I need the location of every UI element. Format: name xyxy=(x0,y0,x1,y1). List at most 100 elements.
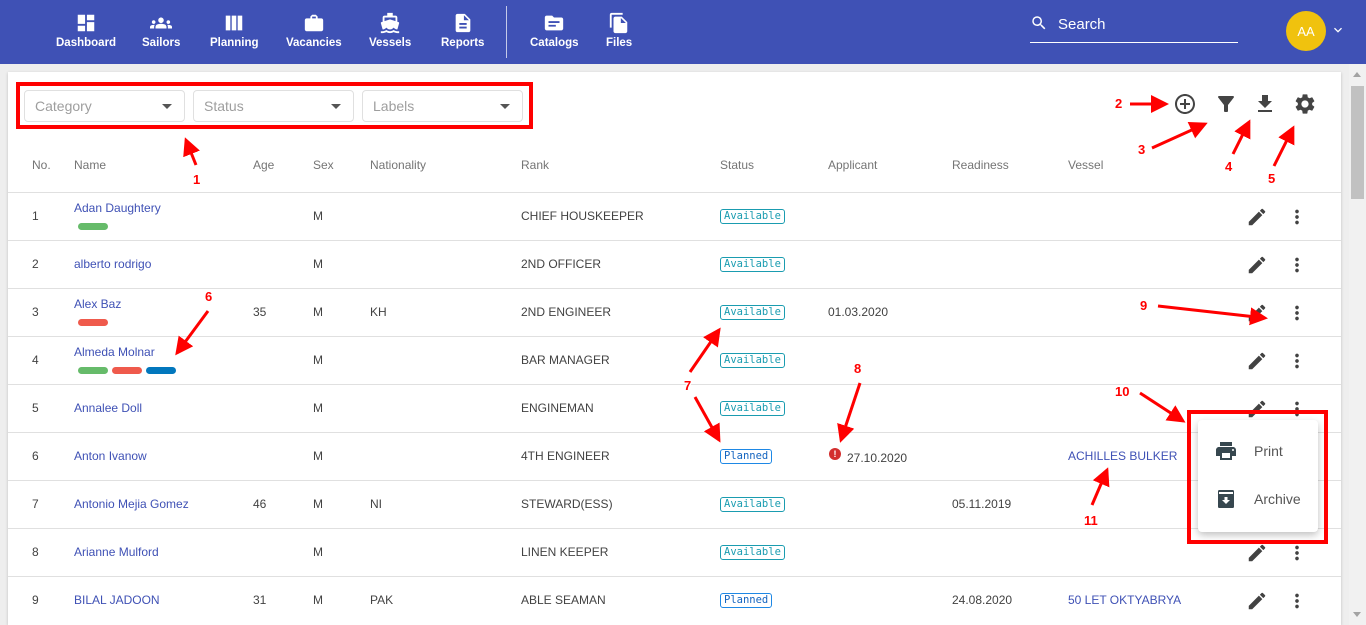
scroll-up-arrow-icon[interactable] xyxy=(1353,72,1361,77)
nav-files[interactable]: Files xyxy=(606,12,632,49)
more-vert-icon[interactable] xyxy=(1286,542,1308,564)
status-badge: Available xyxy=(720,305,785,320)
sailor-name-link[interactable]: alberto rodrigo xyxy=(74,257,151,271)
row-number: 1 xyxy=(32,209,39,223)
label-pill xyxy=(146,367,176,374)
more-vert-icon[interactable] xyxy=(1286,302,1308,324)
top-navigation-bar: Dashboard Sailors Planning Vacancies Ves… xyxy=(0,0,1366,64)
nav-dashboard[interactable]: Dashboard xyxy=(56,12,116,49)
sailor-sex: M xyxy=(313,449,323,463)
sailor-age: 46 xyxy=(253,497,267,511)
nav-reports[interactable]: Reports xyxy=(441,12,484,49)
sailor-rank: CHIEF HOUSKEEPER xyxy=(521,209,644,223)
avatar-initials: AA xyxy=(1297,23,1315,39)
table-row[interactable]: 7 Antonio Mejia Gomez 46 M NI STEWARD(ESS) Ava… xyxy=(8,480,1341,528)
column-header-status[interactable]: Status xyxy=(720,158,754,172)
filter-button[interactable] xyxy=(1214,92,1238,116)
column-header-age[interactable]: Age xyxy=(253,158,274,172)
more-vert-icon[interactable] xyxy=(1286,206,1308,228)
filter-icon xyxy=(1218,96,1234,112)
annotation-number-10: 10 xyxy=(1115,384,1130,399)
vessel-link[interactable]: 50 LET OKTYABRYA xyxy=(1068,593,1181,607)
download-icon xyxy=(1258,95,1272,112)
status-badge: Available xyxy=(720,209,785,224)
sailor-nationality: NI xyxy=(370,497,382,511)
table-row[interactable]: 8 Arianne Mulford M LINEN KEEPER Available xyxy=(8,528,1341,576)
status-badge: Planned xyxy=(720,593,773,608)
edit-icon[interactable] xyxy=(1246,542,1268,564)
sailor-age: 31 xyxy=(253,593,267,607)
status-badge: Available xyxy=(720,257,785,272)
more-vert-icon[interactable] xyxy=(1286,350,1308,372)
row-number: 5 xyxy=(32,401,39,415)
add-button[interactable] xyxy=(1173,92,1197,116)
edit-icon[interactable] xyxy=(1246,590,1268,612)
column-header-vessel[interactable]: Vessel xyxy=(1068,158,1103,172)
sailor-name-link[interactable]: Antonio Mejia Gomez xyxy=(74,497,189,511)
sailor-name-link[interactable]: Annalee Doll xyxy=(74,401,142,415)
nav-sailors[interactable]: Sailors xyxy=(142,12,180,49)
column-header-readiness[interactable]: Readiness xyxy=(952,158,1009,172)
annotation-box-context-menu xyxy=(1187,410,1328,544)
row-number: 9 xyxy=(32,593,39,607)
sailor-sex: M xyxy=(313,257,323,271)
vessels-icon xyxy=(380,12,400,34)
label-pill xyxy=(112,367,142,374)
scrollbar-thumb[interactable] xyxy=(1351,86,1364,199)
search-field[interactable] xyxy=(1030,12,1238,43)
annotation-number-11: 11 xyxy=(1084,513,1098,528)
sailor-sex: M xyxy=(313,497,323,511)
search-icon xyxy=(1032,16,1046,30)
table-row[interactable]: 5 Annalee Doll M ENGINEMAN Available xyxy=(8,384,1341,432)
search-input[interactable] xyxy=(1058,16,1233,33)
nav-planning[interactable]: Planning xyxy=(210,12,259,49)
annotation-number-8: 8 xyxy=(854,361,862,376)
row-number: 4 xyxy=(32,353,39,367)
table-row[interactable]: 4 Almeda Molnar M BAR MANAGER Available xyxy=(8,336,1341,384)
edit-icon[interactable] xyxy=(1246,350,1268,372)
nav-vacancies[interactable]: Vacancies xyxy=(286,12,342,49)
annotation-number-6: 6 xyxy=(205,289,213,304)
column-header-applicant[interactable]: Applicant xyxy=(828,158,877,172)
annotation-number-7: 7 xyxy=(684,378,692,393)
sailor-sex: M xyxy=(313,401,323,415)
nav-catalogs[interactable]: Catalogs xyxy=(530,12,579,49)
dashboard-icon xyxy=(77,14,95,32)
vessel-link[interactable]: ACHILLES BULKER xyxy=(1068,449,1177,463)
sailor-name-link[interactable]: Adan Daughtery xyxy=(74,201,161,215)
sailor-name-link[interactable]: Alex Baz xyxy=(74,297,121,311)
nav-divider xyxy=(506,6,507,58)
sailor-name-link[interactable]: BILAL JADOON xyxy=(74,593,160,607)
edit-icon[interactable] xyxy=(1246,206,1268,228)
download-button[interactable] xyxy=(1253,92,1277,116)
edit-icon[interactable] xyxy=(1246,302,1268,324)
user-menu-toggle[interactable] xyxy=(1330,22,1346,38)
nav-files-label: Files xyxy=(606,37,633,49)
settings-button[interactable] xyxy=(1293,92,1317,116)
status-badge: Available xyxy=(720,497,785,512)
scroll-down-arrow-icon[interactable] xyxy=(1353,612,1361,617)
page-scrollbar[interactable] xyxy=(1349,64,1366,625)
sailor-sex: M xyxy=(313,593,323,607)
table-row[interactable]: 1 Adan Daughtery M CHIEF HOUSKEEPER Availabl… xyxy=(8,192,1341,240)
column-header-rank[interactable]: Rank xyxy=(521,158,549,172)
more-vert-icon[interactable] xyxy=(1286,254,1308,276)
column-header-sex[interactable]: Sex xyxy=(313,158,334,172)
table-row[interactable]: 2 alberto rodrigo M 2ND OFFICER Available xyxy=(8,240,1341,288)
edit-icon[interactable] xyxy=(1246,254,1268,276)
more-vert-icon[interactable] xyxy=(1286,590,1308,612)
column-header-no[interactable]: No. xyxy=(32,158,51,172)
sailor-name-link[interactable]: Arianne Mulford xyxy=(74,545,159,559)
row-number: 3 xyxy=(32,305,39,319)
user-avatar[interactable]: AA xyxy=(1286,11,1326,51)
table-row[interactable]: 9 BILAL JADOON 31 M PAK ABLE SEAMAN Planned 24.… xyxy=(8,576,1341,624)
sailor-rank: LINEN KEEPER xyxy=(521,545,609,559)
table-row[interactable]: 6 Anton Ivanow M 4TH ENGINEER Planned! 27.10.… xyxy=(8,432,1341,480)
column-header-nationality[interactable]: Nationality xyxy=(370,158,426,172)
column-header-name[interactable]: Name xyxy=(74,158,106,172)
sailor-name-link[interactable]: Anton Ivanow xyxy=(74,449,147,463)
sailor-name-link[interactable]: Almeda Molnar xyxy=(74,345,155,359)
annotation-box-filters xyxy=(16,82,533,129)
nav-catalogs-label: Catalogs xyxy=(530,37,579,49)
nav-vessels[interactable]: Vessels xyxy=(369,12,411,49)
